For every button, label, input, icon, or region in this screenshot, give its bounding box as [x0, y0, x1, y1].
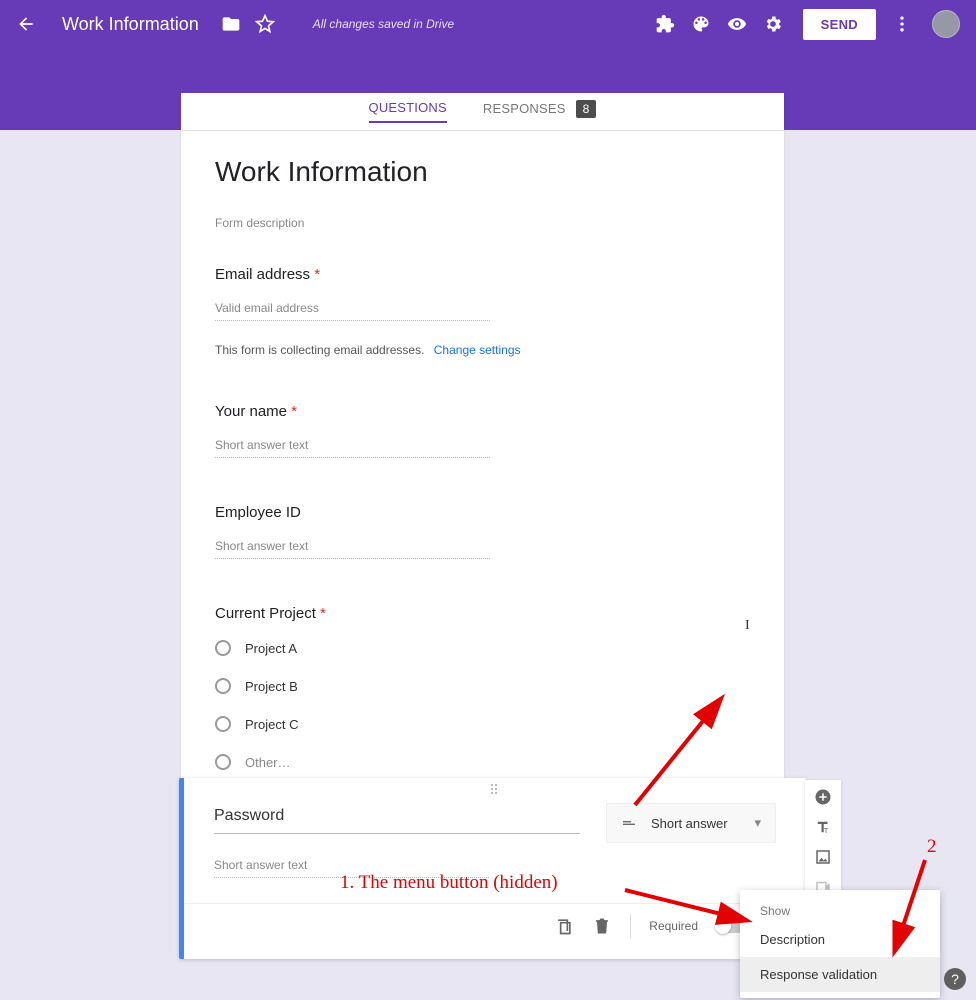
- active-question-card[interactable]: ⠿ Short answer text Short answer ▾ Requi…: [179, 778, 806, 959]
- add-image-icon[interactable]: [814, 848, 832, 866]
- radio-option-other[interactable]: Other…: [215, 754, 750, 770]
- text-cursor: I: [745, 618, 750, 634]
- menu-item-response-validation[interactable]: Response validation: [740, 957, 940, 992]
- radio-option[interactable]: Project B: [215, 678, 750, 694]
- required-asterisk: *: [314, 266, 320, 283]
- save-status: All changes saved in Drive: [313, 17, 454, 31]
- email-label: Email address: [215, 266, 310, 283]
- radio-icon: [215, 640, 231, 656]
- radio-icon: [215, 754, 231, 770]
- more-vert-icon[interactable]: [892, 14, 912, 34]
- menu-item-description[interactable]: Description: [740, 922, 940, 957]
- radio-icon: [215, 678, 231, 694]
- employee-label: Employee ID: [215, 504, 750, 521]
- floating-toolbar: T: [805, 780, 841, 904]
- required-asterisk: *: [291, 403, 297, 420]
- user-avatar[interactable]: [932, 10, 960, 38]
- required-label: Required: [649, 919, 698, 933]
- addon-icon[interactable]: [655, 14, 675, 34]
- preview-icon[interactable]: [727, 14, 747, 34]
- radio-icon: [215, 716, 231, 732]
- send-button[interactable]: SEND: [803, 9, 876, 40]
- form-card: QUESTIONS RESPONSES 8 Work Information F…: [181, 93, 784, 802]
- tab-questions[interactable]: QUESTIONS: [369, 100, 447, 123]
- form-title[interactable]: Work Information: [215, 156, 750, 188]
- add-title-icon[interactable]: T: [814, 818, 832, 836]
- required-asterisk: *: [320, 605, 326, 622]
- menu-header: Show: [740, 896, 940, 922]
- tab-responses-label: RESPONSES: [483, 101, 566, 116]
- short-answer-icon: [621, 815, 637, 831]
- folder-icon[interactable]: [221, 14, 241, 34]
- radio-option[interactable]: Project A: [215, 640, 750, 656]
- palette-icon[interactable]: [691, 14, 711, 34]
- annotation-text-1: 1. The menu button (hidden): [340, 872, 558, 894]
- delete-icon[interactable]: [592, 916, 612, 936]
- annotation-text-2: 2: [927, 836, 937, 858]
- separator: [630, 914, 631, 938]
- add-question-icon[interactable]: [814, 788, 832, 806]
- back-arrow-icon[interactable]: [16, 14, 36, 34]
- settings-icon[interactable]: [763, 14, 783, 34]
- question-email: Email address * Valid email address This…: [215, 266, 750, 357]
- form-description[interactable]: Form description: [215, 216, 750, 230]
- question-type-dropdown[interactable]: Short answer ▾: [606, 803, 776, 843]
- chevron-down-icon: ▾: [754, 815, 761, 831]
- question-employee-id: Employee ID Short answer text: [215, 504, 750, 559]
- email-input-placeholder: Valid email address: [215, 301, 490, 321]
- email-collect-note: This form is collecting email addresses.: [215, 343, 424, 357]
- name-label: Your name: [215, 403, 287, 420]
- radio-option[interactable]: Project C: [215, 716, 750, 732]
- drag-handle-icon[interactable]: ⠿: [184, 778, 806, 799]
- question-name: Your name * Short answer text: [215, 403, 750, 458]
- duplicate-icon[interactable]: [554, 916, 574, 936]
- help-icon[interactable]: ?: [944, 968, 966, 990]
- star-icon[interactable]: [255, 14, 275, 34]
- svg-text:T: T: [824, 826, 829, 835]
- project-label: Current Project: [215, 605, 316, 622]
- question-context-menu: Show Description Response validation: [740, 890, 940, 998]
- name-input-placeholder: Short answer text: [215, 438, 490, 458]
- question-type-label: Short answer: [651, 816, 728, 831]
- question-project: Current Project * Project A Project B Pr…: [215, 605, 750, 770]
- employee-input-placeholder: Short answer text: [215, 539, 490, 559]
- tab-responses[interactable]: RESPONSES 8: [483, 100, 597, 124]
- responses-badge: 8: [576, 100, 597, 118]
- change-settings-link[interactable]: Change settings: [434, 343, 521, 357]
- app-title: Work Information: [62, 14, 199, 35]
- question-title-input[interactable]: [214, 803, 580, 834]
